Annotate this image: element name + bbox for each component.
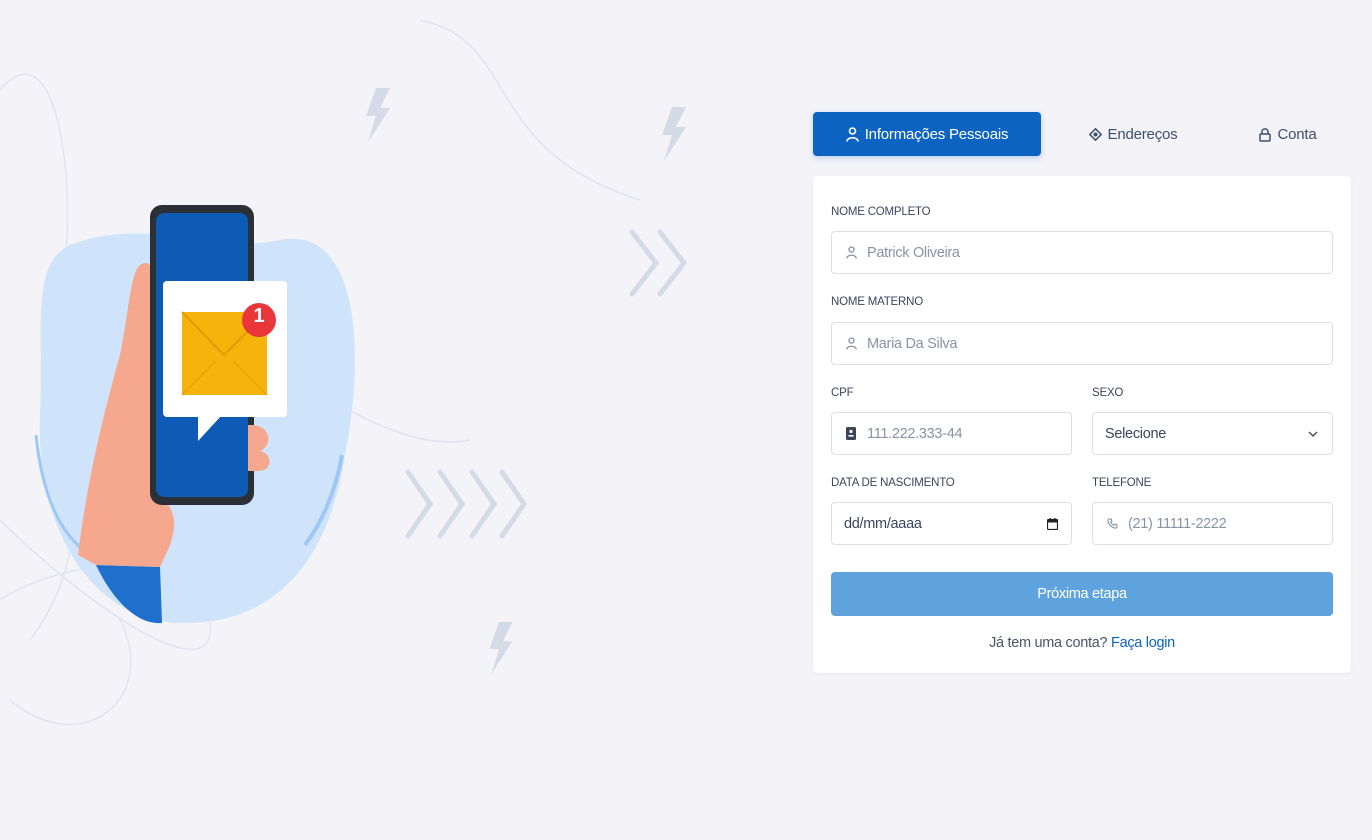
login-link[interactable]: Faça login xyxy=(1111,635,1175,651)
lock-icon xyxy=(1259,127,1272,142)
data-nascimento-field[interactable]: dd/mm/aaaa xyxy=(831,502,1072,545)
user-icon xyxy=(844,337,858,351)
lightning-icon xyxy=(489,622,513,674)
telefone-field xyxy=(1092,502,1333,545)
tab-label: Endereços xyxy=(1107,125,1178,143)
login-prompt: Já tem uma conta? Faça login xyxy=(813,635,1351,651)
sexo-select[interactable]: Selecione xyxy=(1092,412,1333,455)
chevrons-decoration xyxy=(405,469,528,539)
nome-materno-input[interactable] xyxy=(867,335,1332,352)
next-step-button[interactable]: Próxima etapa xyxy=(831,572,1333,616)
chevrons-decoration xyxy=(629,229,688,297)
cpf-field xyxy=(831,412,1072,455)
tab-informacoes-pessoais[interactable]: Informações Pessoais xyxy=(813,112,1041,156)
sexo-selected-value: Selecione xyxy=(1105,425,1166,442)
lightning-icon xyxy=(366,88,390,142)
step-tabs: Informações Pessoais Endereços Conta xyxy=(813,112,1351,156)
user-icon xyxy=(844,246,858,260)
telefone-label: TELEFONE xyxy=(1092,477,1152,489)
chevron-down-icon xyxy=(1306,427,1320,441)
registration-form-card: NOME COMPLETO NOME MATERNO CPF SEXO Sele… xyxy=(813,176,1351,673)
nome-completo-label: NOME COMPLETO xyxy=(831,206,931,218)
nome-completo-input[interactable] xyxy=(867,244,1332,261)
login-prompt-text: Já tem uma conta? xyxy=(989,635,1108,651)
page: 1 Informações Pessoais Endereços Conta N… xyxy=(0,0,1372,840)
location-icon xyxy=(1088,127,1102,141)
id-card-icon xyxy=(844,427,858,441)
phone-icon xyxy=(1105,517,1119,531)
data-nascimento-input: dd/mm/aaaa xyxy=(844,515,922,532)
tab-label: Informações Pessoais xyxy=(864,125,1009,143)
data-nascimento-label: DATA DE NASCIMENTO xyxy=(831,477,955,489)
sexo-label: SEXO xyxy=(1092,387,1124,399)
tab-conta[interactable]: Conta xyxy=(1225,112,1351,156)
notification-badge-count: 1 xyxy=(253,305,265,327)
nome-materno-field xyxy=(831,322,1333,365)
cpf-input[interactable] xyxy=(867,425,1071,442)
nome-materno-label: NOME MATERNO xyxy=(831,296,923,308)
phone-notification-illustration xyxy=(34,205,355,624)
tab-label: Conta xyxy=(1277,125,1317,143)
tab-enderecos[interactable]: Endereços xyxy=(1041,112,1225,156)
calendar-icon[interactable] xyxy=(1045,517,1059,531)
cpf-label: CPF xyxy=(831,387,854,399)
telefone-input[interactable] xyxy=(1128,515,1332,532)
nome-completo-field xyxy=(831,231,1333,274)
lightning-icon xyxy=(662,107,686,161)
user-icon xyxy=(845,126,859,142)
